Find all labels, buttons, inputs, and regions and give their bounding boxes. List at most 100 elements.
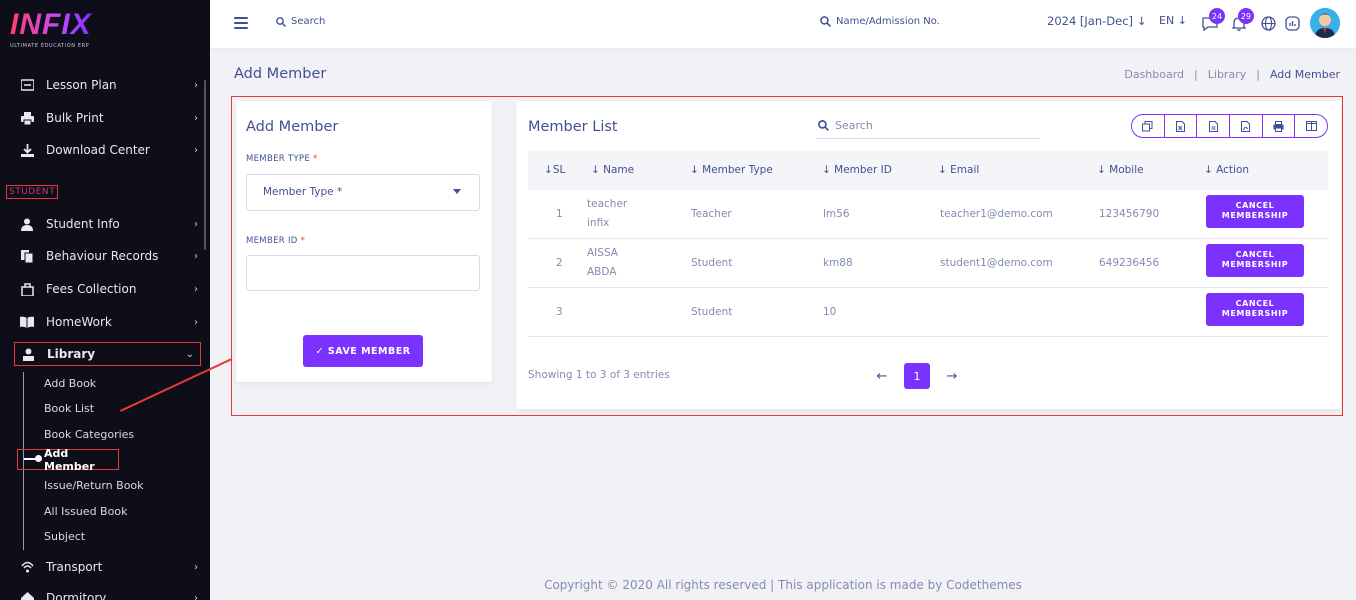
table-search-placeholder: Search [835,119,873,132]
sort-arrow-icon: ↓ [591,164,604,176]
sidebar-item-label: Fees Collection [46,282,137,296]
next-page-icon[interactable]: → [946,369,958,384]
previous-page-icon[interactable]: ← [876,369,888,384]
caret-down-icon [453,189,461,194]
dashboard-stats-button[interactable] [1283,14,1301,32]
brand-logo[interactable]: INFIX ULTIMATE EDUCATION ERP [10,8,92,50]
table-header: ↓SL ↓ Name ↓ Member Type ↓ Member ID ↓ E… [528,151,1328,190]
cell-name-line: AISSA [587,247,618,259]
search-icon [276,16,286,27]
sidebar-subitem-add-book[interactable]: Add Book [44,377,96,390]
cell-sl: 2 [556,257,563,269]
columns-button[interactable] [1295,115,1327,137]
cancel-membership-button[interactable]: CANCEL MEMBERSHIP [1206,244,1304,277]
csv-button[interactable] [1197,115,1231,137]
messages-button[interactable]: 24 [1201,8,1225,32]
website-button[interactable] [1259,14,1277,32]
member-type-select[interactable]: Member Type * [246,174,480,211]
sort-arrow-icon: ↓ [544,164,553,176]
sidebar-item-library[interactable]: Library ⌄ [14,342,201,366]
pagination: ← 1 → [876,363,958,389]
dormitory-icon [20,591,34,600]
chevron-right-icon: › [194,112,198,124]
chevron-right-icon: › [194,561,198,573]
cell-member-id: lm56 [823,208,850,220]
cell-member-id: 10 [823,306,837,318]
messages-badge: 24 [1209,8,1225,24]
user-avatar[interactable] [1310,8,1340,38]
sidebar-subitem-book-categories[interactable]: Book Categories [44,428,134,441]
breadcrumb-separator: | [1256,68,1260,81]
sort-arrow-icon: ↓ [938,164,951,176]
sidebar-item-fees-collection[interactable]: Fees Collection › [20,277,198,301]
print-button[interactable] [1263,115,1296,137]
breadcrumb-current: Add Member [1269,68,1340,81]
cell-name-line: ABDA [587,266,617,278]
sidebar-item-label: Bulk Print [46,111,104,125]
table-search-input[interactable]: Search [816,113,1040,139]
required-mark: * [313,154,318,164]
chevron-down-icon: ⌄ [185,348,194,360]
column-member-type[interactable]: ↓ Member Type [690,164,773,176]
sidebar-item-behaviour-records[interactable]: Behaviour Records › [20,244,198,268]
breadcrumb-dashboard[interactable]: Dashboard [1124,68,1184,81]
sidebar-item-dormitory[interactable]: Dormitory › [20,586,198,600]
logo-tagline: ULTIMATE EDUCATION ERP [10,43,90,49]
column-label: SL [552,164,566,176]
cancel-membership-button[interactable]: CANCEL MEMBERSHIP [1206,293,1304,326]
sort-arrow-icon: ↓ [1204,164,1217,176]
cell-email: student1@demo.com [940,257,1053,269]
language-select[interactable]: EN ↓ [1159,14,1187,27]
chart-icon [1284,15,1300,31]
sidebar-subitem-add-member[interactable]: Add Member [17,447,119,473]
cancel-membership-button[interactable]: CANCEL MEMBERSHIP [1206,195,1304,228]
sidebar-scrollbar[interactable] [204,80,206,250]
save-member-button[interactable]: ✓ SAVE MEMBER [303,335,423,367]
notifications-button[interactable]: 29 [1230,8,1254,32]
fees-icon [20,282,34,296]
column-action[interactable]: ↓ Action [1204,164,1249,176]
sidebar-item-transport[interactable]: Transport › [20,555,198,579]
sidebar-subitem-issue-return-book[interactable]: Issue/Return Book [44,479,144,492]
library-icon [21,347,35,361]
menu-toggle-icon[interactable] [234,17,248,29]
sidebar-subitem-book-list[interactable]: Book List [44,402,94,415]
column-email[interactable]: ↓ Email [938,164,979,176]
column-member-id[interactable]: ↓ Member ID [822,164,892,176]
sidebar-item-homework[interactable]: HomeWork › [20,310,198,334]
member-type-label-text: MEMBER TYPE [246,154,311,164]
column-label: Email [950,164,980,176]
column-sl[interactable]: ↓SL [544,164,565,176]
column-label: Mobile [1109,164,1144,176]
member-id-input[interactable] [246,255,480,291]
sidebar-item-bulk-print[interactable]: Bulk Print › [20,106,198,130]
sidebar-item-label: Dormitory [46,591,107,600]
sidebar-item-label: HomeWork [46,315,112,329]
logo-text: INFIX [10,8,92,41]
page-number-current[interactable]: 1 [904,363,930,389]
column-name[interactable]: ↓ Name [591,164,634,176]
csv-icon [1208,120,1218,132]
academic-year-select[interactable]: 2024 [Jan-Dec] ↓ [1047,14,1146,28]
breadcrumb-library[interactable]: Library [1208,68,1246,81]
pdf-button[interactable] [1230,115,1263,137]
check-icon: ✓ [315,345,324,357]
search-icon [818,120,829,131]
export-buttons [1131,114,1328,138]
header-search[interactable]: Search [276,16,325,27]
sidebar-subitem-all-issued-book[interactable]: All Issued Book [44,505,127,518]
search-icon [820,16,831,27]
column-mobile[interactable]: ↓ Mobile [1097,164,1144,176]
arrow-down-icon: ↓ [1136,14,1147,28]
sidebar: INFIX ULTIMATE EDUCATION ERP Lesson Plan… [0,0,210,600]
student-search[interactable]: Name/Admission No. [820,16,940,27]
sidebar-item-student-info[interactable]: Student Info › [20,212,198,236]
member-id-label-text: MEMBER ID [246,236,298,246]
button-label-line: MEMBERSHIP [1221,309,1289,318]
sidebar-item-lesson-plan[interactable]: Lesson Plan › [20,73,198,97]
sidebar-item-download-center[interactable]: Download Center › [20,138,198,162]
copy-button[interactable] [1132,115,1165,137]
excel-button[interactable] [1165,115,1198,137]
sidebar-subitem-subject[interactable]: Subject [44,530,85,543]
sidebar-item-label: Behaviour Records [46,249,159,263]
